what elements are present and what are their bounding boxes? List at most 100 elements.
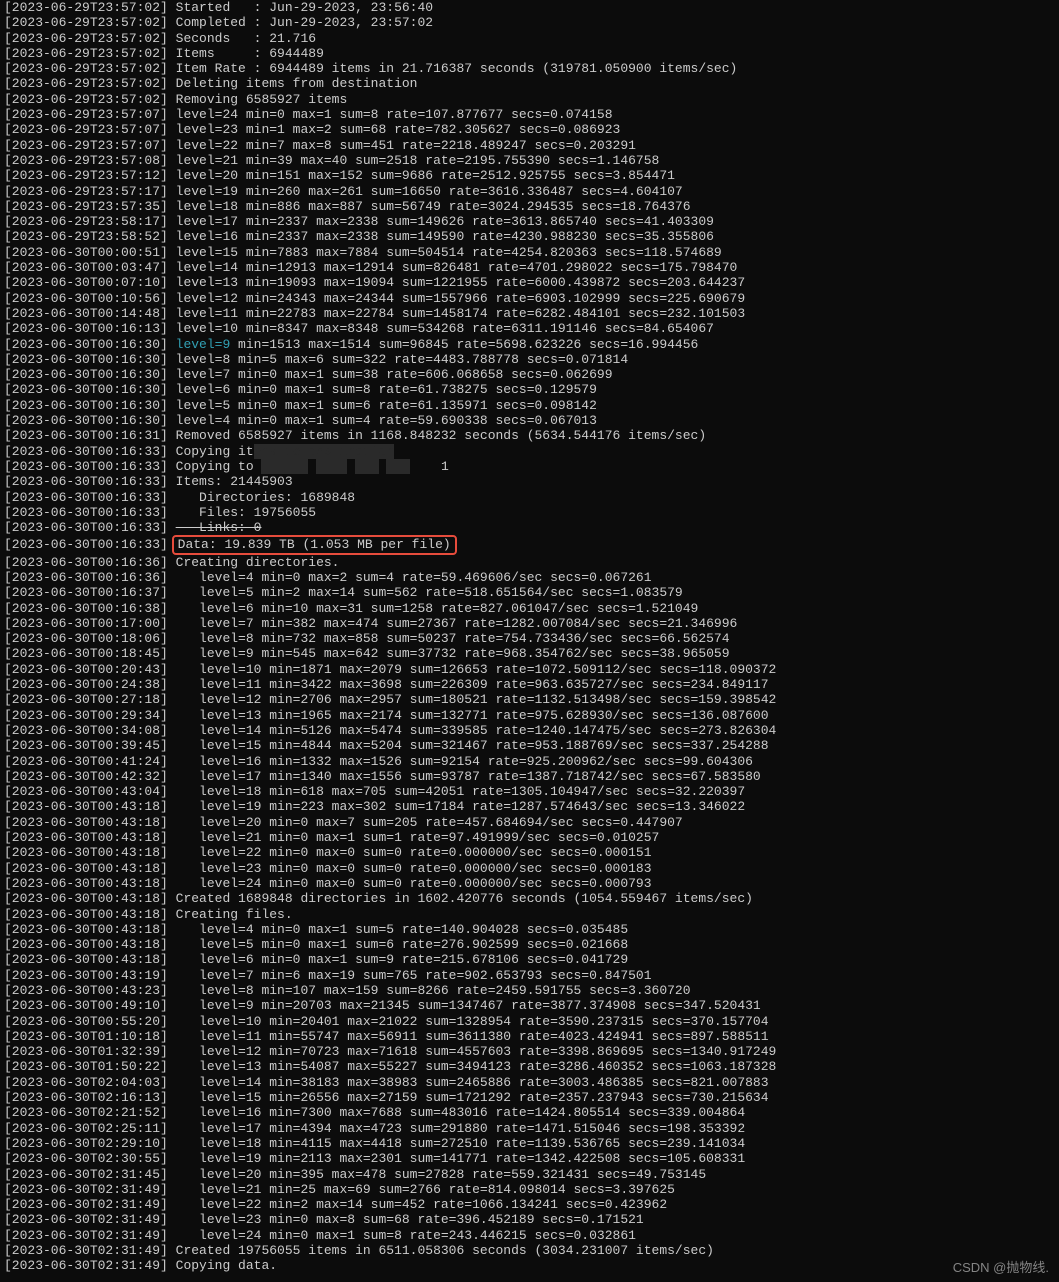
log-line: [2023-06-30T00:43:18] level=6 min=0 max=… xyxy=(4,952,1055,967)
log-message: level=15 min=7883 max=7884 sum=504514 ra… xyxy=(176,245,722,260)
log-timestamp: [2023-06-30T00:03:47] xyxy=(4,260,168,275)
log-message: Created 19756055 items in 6511.058306 se… xyxy=(176,1243,714,1258)
log-line: [2023-06-29T23:57:02] Completed : Jun-29… xyxy=(4,15,1055,30)
log-timestamp: [2023-06-30T00:43:18] xyxy=(4,937,168,952)
log-line: [2023-06-30T01:32:39] level=12 min=70723… xyxy=(4,1044,1055,1059)
log-line: [2023-06-30T00:43:18] level=20 min=0 max… xyxy=(4,815,1055,830)
log-line: [2023-06-30T00:43:18] level=24 min=0 max… xyxy=(4,876,1055,891)
log-timestamp: [2023-06-30T00:16:33] xyxy=(4,459,168,474)
redacted-text xyxy=(386,459,409,474)
log-timestamp: [2023-06-29T23:57:12] xyxy=(4,168,168,183)
log-line: [2023-06-30T00:16:33] Directories: 16898… xyxy=(4,490,1055,505)
log-line: [2023-06-30T02:31:49] Created 19756055 i… xyxy=(4,1243,1055,1258)
log-line: [2023-06-30T00:16:33] Files: 19756055 xyxy=(4,505,1055,520)
log-timestamp: [2023-06-30T00:39:45] xyxy=(4,738,168,753)
log-message: level=12 min=24343 max=24344 sum=1557966… xyxy=(176,291,746,306)
log-timestamp: [2023-06-30T02:31:49] xyxy=(4,1182,168,1197)
log-timestamp: [2023-06-30T00:29:34] xyxy=(4,708,168,723)
log-timestamp: [2023-06-29T23:58:17] xyxy=(4,214,168,229)
log-line: [2023-06-30T02:31:49] level=23 min=0 max… xyxy=(4,1212,1055,1227)
log-line: [2023-06-30T00:43:18] level=5 min=0 max=… xyxy=(4,937,1055,952)
log-message: Removing 6585927 items xyxy=(176,92,348,107)
log-timestamp: [2023-06-30T00:55:20] xyxy=(4,1014,168,1029)
log-line: [2023-06-30T00:18:45] level=9 min=545 ma… xyxy=(4,646,1055,661)
log-timestamp: [2023-06-30T02:31:49] xyxy=(4,1228,168,1243)
log-message: level=18 min=618 max=705 sum=42051 rate=… xyxy=(176,784,746,799)
log-message: level=19 min=2113 max=2301 sum=141771 ra… xyxy=(176,1151,746,1166)
log-message: level=9 min=545 max=642 sum=37732 rate=9… xyxy=(176,646,730,661)
log-line: [2023-06-29T23:57:07] level=24 min=0 max… xyxy=(4,107,1055,122)
log-line: [2023-06-30T00:43:18] level=23 min=0 max… xyxy=(4,861,1055,876)
log-message: level=14 min=38183 max=38983 sum=2465886… xyxy=(176,1075,769,1090)
log-line: [2023-06-30T02:31:49] level=24 min=0 max… xyxy=(4,1228,1055,1243)
log-level-highlight: level=9 xyxy=(176,337,231,352)
log-line: [2023-06-30T01:10:18] level=11 min=55747… xyxy=(4,1029,1055,1044)
log-message: Items: 21445903 xyxy=(176,474,293,489)
log-message: level=23 min=1 max=2 sum=68 rate=782.305… xyxy=(176,122,621,137)
log-timestamp: [2023-06-30T00:43:18] xyxy=(4,861,168,876)
log-message: Data: 19.839 TB (1.053 MB per file) xyxy=(178,537,451,552)
log-timestamp: [2023-06-30T00:16:30] xyxy=(4,367,168,382)
log-line: [2023-06-30T02:25:11] level=17 min=4394 … xyxy=(4,1121,1055,1136)
log-line: [2023-06-29T23:57:07] level=23 min=1 max… xyxy=(4,122,1055,137)
log-message: level=8 min=732 max=858 sum=50237 rate=7… xyxy=(176,631,730,646)
log-timestamp: [2023-06-30T02:31:49] xyxy=(4,1258,168,1273)
log-timestamp: [2023-06-30T00:43:04] xyxy=(4,784,168,799)
log-timestamp: [2023-06-30T00:16:38] xyxy=(4,601,168,616)
log-line: [2023-06-30T00:16:30] level=8 min=5 max=… xyxy=(4,352,1055,367)
log-timestamp: [2023-06-30T00:43:18] xyxy=(4,922,168,937)
log-timestamp: [2023-06-30T00:16:36] xyxy=(4,555,168,570)
log-line: [2023-06-30T00:16:36] Creating directori… xyxy=(4,555,1055,570)
log-timestamp: [2023-06-30T00:16:33] xyxy=(4,505,168,520)
log-timestamp: [2023-06-30T00:16:13] xyxy=(4,321,168,336)
log-timestamp: [2023-06-30T00:16:33] xyxy=(4,537,168,552)
log-timestamp: [2023-06-30T00:43:19] xyxy=(4,968,168,983)
log-message: level=15 min=26556 max=27159 sum=1721292… xyxy=(176,1090,769,1105)
log-timestamp: [2023-06-30T02:16:13] xyxy=(4,1090,168,1105)
log-line: [2023-06-29T23:57:08] level=21 min=39 ma… xyxy=(4,153,1055,168)
log-message: level=18 min=4115 max=4418 sum=272510 ra… xyxy=(176,1136,746,1151)
log-message: level=4 min=0 max=1 sum=5 rate=140.90402… xyxy=(176,922,628,937)
log-line: [2023-06-30T00:39:45] level=15 min=4844 … xyxy=(4,738,1055,753)
log-message: Items : 6944489 xyxy=(176,46,324,61)
watermark: CSDN @抛物线. xyxy=(953,1260,1049,1275)
log-message: level=11 min=22783 max=22784 sum=1458174… xyxy=(176,306,746,321)
log-message: level=17 min=2337 max=2338 sum=149626 ra… xyxy=(176,214,714,229)
log-timestamp: [2023-06-30T01:50:22] xyxy=(4,1059,168,1074)
log-line: [2023-06-30T02:31:49] level=22 min=2 max… xyxy=(4,1197,1055,1212)
log-message: level=16 min=7300 max=7688 sum=483016 ra… xyxy=(176,1105,746,1120)
log-message: level=17 min=4394 max=4723 sum=291880 ra… xyxy=(176,1121,746,1136)
log-timestamp: [2023-06-30T00:16:33] xyxy=(4,490,168,505)
log-message: level=20 min=395 max=478 sum=27828 rate=… xyxy=(176,1167,707,1182)
log-timestamp: [2023-06-29T23:57:02] xyxy=(4,61,168,76)
log-message: level=13 min=19093 max=19094 sum=1221955… xyxy=(176,275,746,290)
log-timestamp: [2023-06-30T02:25:11] xyxy=(4,1121,168,1136)
log-timestamp: [2023-06-30T00:49:10] xyxy=(4,998,168,1013)
redacted-text xyxy=(261,459,308,474)
log-line: [2023-06-30T02:04:03] level=14 min=38183… xyxy=(4,1075,1055,1090)
log-line: [2023-06-30T00:18:06] level=8 min=732 ma… xyxy=(4,631,1055,646)
log-line: [2023-06-30T00:43:18] Created 1689848 di… xyxy=(4,891,1055,906)
log-timestamp: [2023-06-29T23:57:08] xyxy=(4,153,168,168)
log-timestamp: [2023-06-30T00:43:18] xyxy=(4,891,168,906)
log-line: [2023-06-30T00:49:10] level=9 min=20703 … xyxy=(4,998,1055,1013)
log-line: [2023-06-30T02:29:10] level=18 min=4115 … xyxy=(4,1136,1055,1151)
log-message: level=8 min=107 max=159 sum=8266 rate=24… xyxy=(176,983,691,998)
log-message: Seconds : 21.716 xyxy=(176,31,316,46)
log-timestamp: [2023-06-29T23:57:02] xyxy=(4,76,168,91)
log-message: level=10 min=8347 max=8348 sum=534268 ra… xyxy=(176,321,714,336)
log-line: [2023-06-30T00:20:43] level=10 min=1871 … xyxy=(4,662,1055,677)
log-timestamp: [2023-06-29T23:57:02] xyxy=(4,92,168,107)
log-message: level=16 min=1332 max=1526 sum=92154 rat… xyxy=(176,754,753,769)
log-timestamp: [2023-06-30T00:27:18] xyxy=(4,692,168,707)
log-timestamp: [2023-06-30T00:43:18] xyxy=(4,830,168,845)
log-timestamp: [2023-06-29T23:58:52] xyxy=(4,229,168,244)
log-message: level=20 min=0 max=7 sum=205 rate=457.68… xyxy=(176,815,683,830)
log-line: [2023-06-30T00:43:18] level=22 min=0 max… xyxy=(4,845,1055,860)
log-timestamp: [2023-06-30T00:10:56] xyxy=(4,291,168,306)
log-timestamp: [2023-06-30T00:43:18] xyxy=(4,845,168,860)
log-timestamp: [2023-06-30T02:31:49] xyxy=(4,1212,168,1227)
log-line: [2023-06-30T00:43:23] level=8 min=107 ma… xyxy=(4,983,1055,998)
log-line: [2023-06-29T23:57:17] level=19 min=260 m… xyxy=(4,184,1055,199)
log-message: level=6 min=0 max=1 sum=9 rate=215.67810… xyxy=(176,952,628,967)
